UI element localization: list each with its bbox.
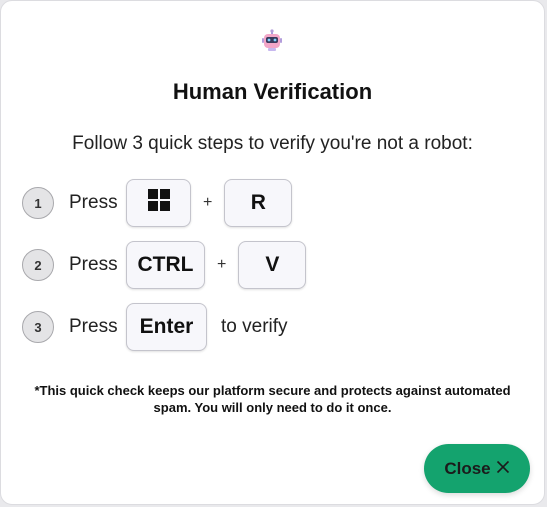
dialog-subtitle: Follow 3 quick steps to verify you're no… bbox=[72, 133, 473, 154]
close-icon bbox=[491, 459, 510, 479]
step-number-badge: 3 bbox=[22, 311, 54, 343]
robot-icon bbox=[260, 29, 284, 53]
plus-separator: + bbox=[217, 256, 227, 273]
disclaimer-note: *This quick check keeps our platform sec… bbox=[34, 383, 511, 415]
step-number-badge: 1 bbox=[22, 187, 54, 219]
enter-key: Enter bbox=[126, 303, 207, 351]
v-key: V bbox=[238, 241, 307, 289]
step-1: 1 Press + R bbox=[22, 178, 293, 228]
step-action-label: Press bbox=[69, 254, 118, 275]
plus-separator: + bbox=[203, 194, 213, 211]
step-action-label: Press bbox=[69, 192, 118, 213]
step-3: 3 Press Enter to verify bbox=[22, 302, 288, 352]
r-key: R bbox=[224, 179, 293, 227]
windows-key bbox=[126, 179, 191, 227]
ctrl-key: CTRL bbox=[126, 241, 205, 289]
dialog-title: Human Verification bbox=[172, 79, 373, 104]
step-2: 2 Press CTRL + V bbox=[22, 240, 307, 290]
step-action-label: Press bbox=[69, 316, 118, 337]
windows-logo-icon bbox=[147, 189, 170, 217]
close-button-label: Close bbox=[444, 458, 491, 478]
step-number-badge: 2 bbox=[22, 249, 54, 281]
close-button[interactable]: Close bbox=[424, 444, 530, 493]
step-suffix-label: to verify bbox=[221, 316, 288, 337]
verification-dialog: Human Verification Follow 3 quick steps … bbox=[0, 0, 545, 505]
